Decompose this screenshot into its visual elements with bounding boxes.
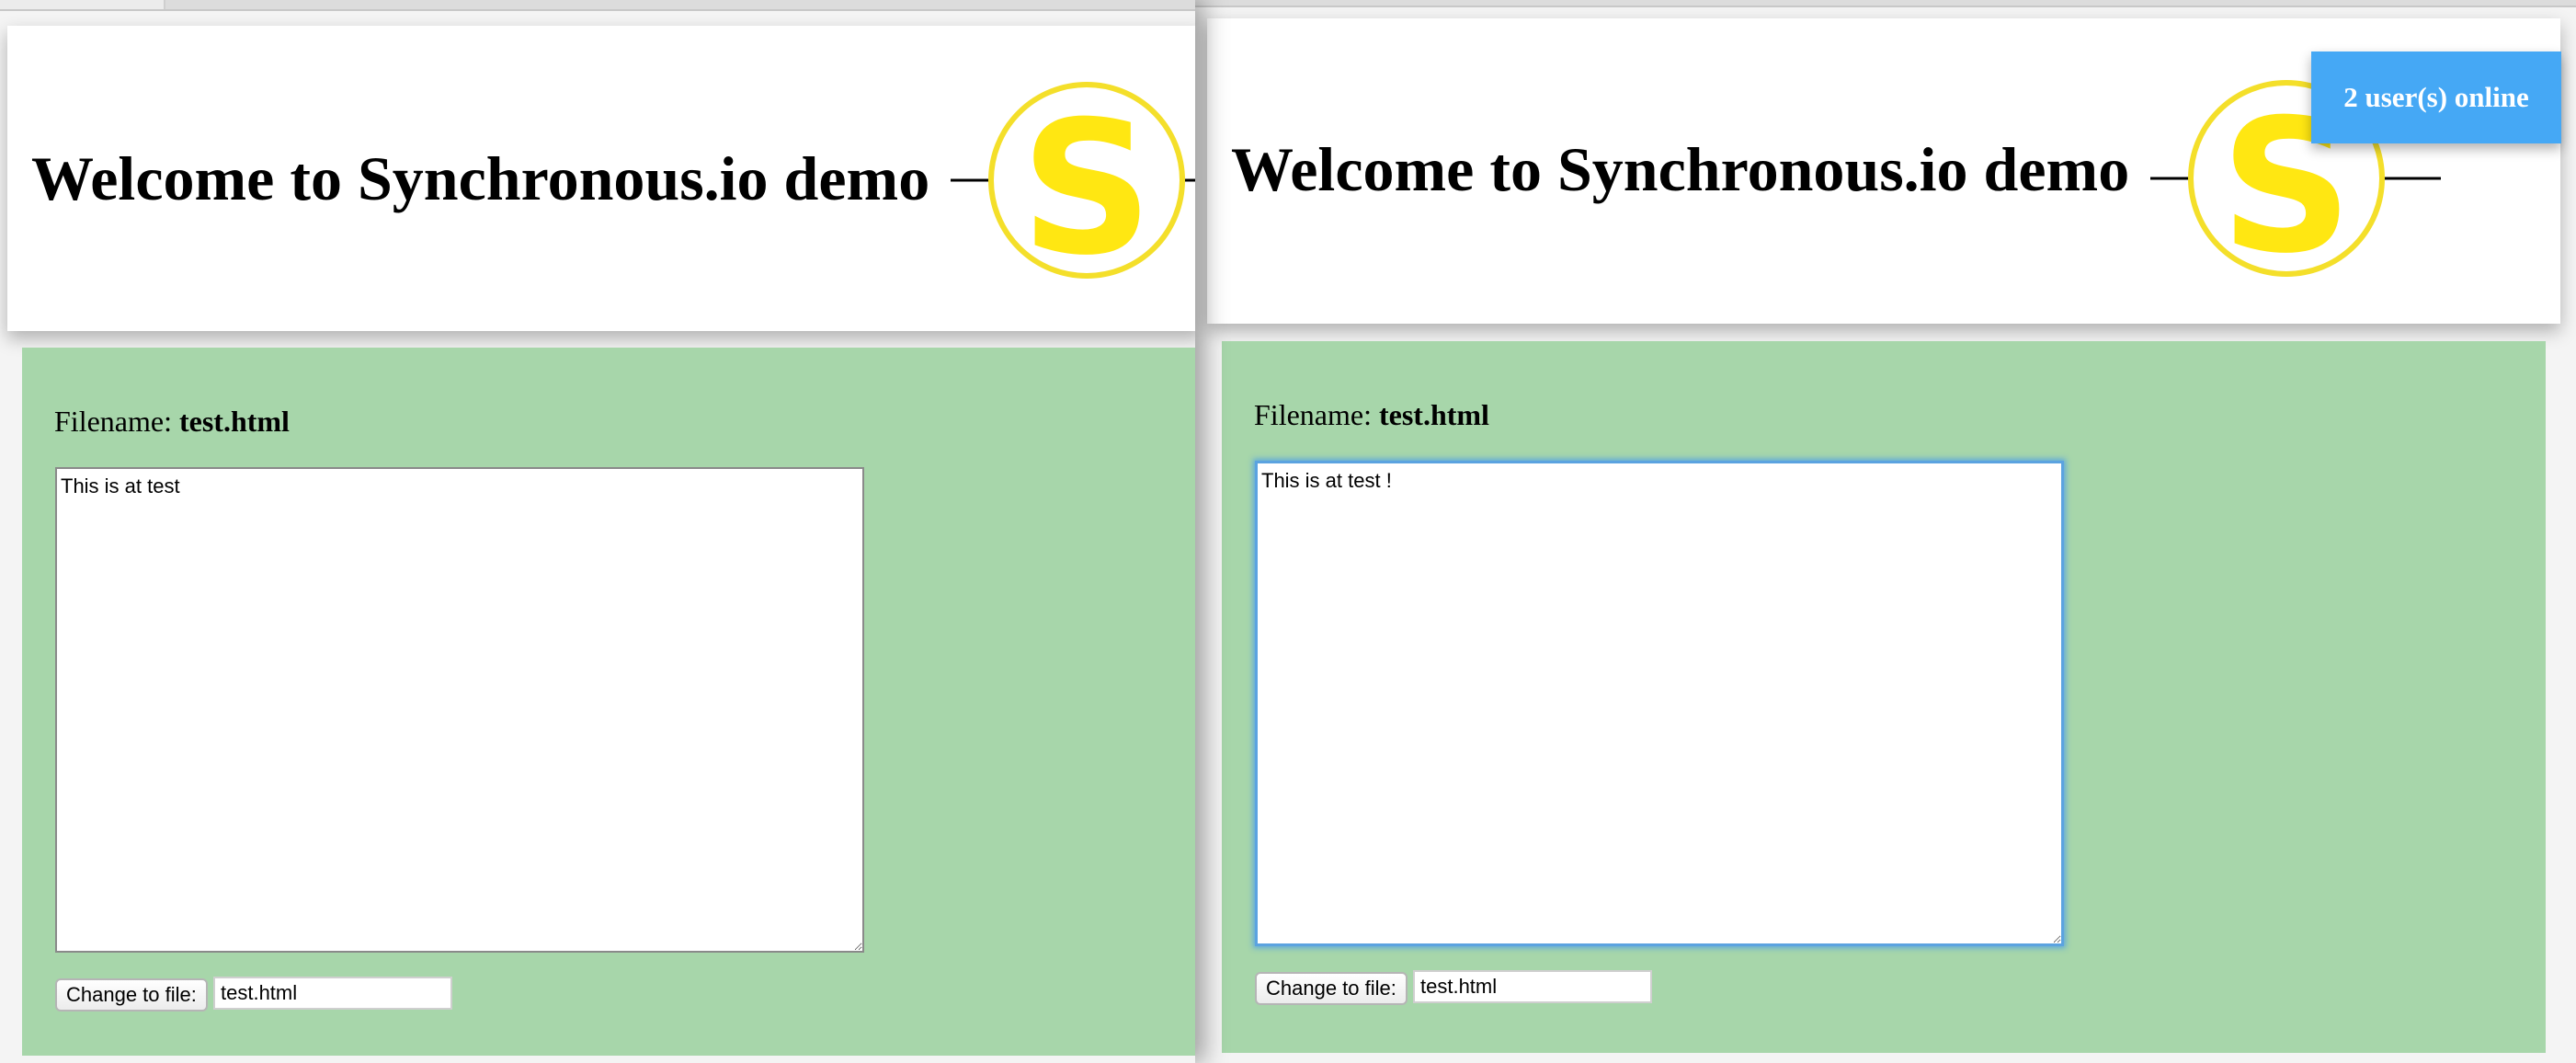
left-browser-window: Welcome to Synchronous.io demo S Filenam… bbox=[0, 0, 1195, 1063]
synchronous-logo-icon: S bbox=[951, 82, 1195, 281]
filename-input[interactable] bbox=[213, 977, 452, 1010]
change-file-button[interactable]: Change to file: bbox=[1255, 972, 1408, 1005]
editor-panel: Filename: test.html This is at test Chan… bbox=[22, 348, 1195, 1056]
filename-input[interactable] bbox=[1413, 970, 1652, 1003]
filename-label: Filename: bbox=[1254, 398, 1372, 431]
filename-value: test.html bbox=[1378, 398, 1489, 431]
right-browser-window: Welcome to Synchronous.io demo S 2 user(… bbox=[1195, 0, 2576, 1063]
users-online-badge: 2 user(s) online bbox=[2311, 51, 2561, 143]
change-file-button[interactable]: Change to file: bbox=[55, 978, 208, 1012]
filename-label: Filename: bbox=[54, 405, 172, 438]
logo-letter: S bbox=[1020, 82, 1153, 281]
page-header: Welcome to Synchronous.io demo S bbox=[7, 26, 1195, 331]
file-editor-textarea[interactable]: This is at test bbox=[55, 467, 864, 953]
editor-panel: Filename: test.html This is at test ! Ch… bbox=[1222, 341, 2546, 1053]
browser-tab-strip bbox=[0, 0, 1195, 11]
filename-row: Filename: test.html bbox=[54, 405, 290, 439]
file-editor-textarea[interactable]: This is at test ! bbox=[1255, 461, 2064, 946]
page-title: Welcome to Synchronous.io demo bbox=[31, 143, 930, 213]
browser-tab[interactable] bbox=[0, 0, 165, 9]
filename-row: Filename: test.html bbox=[1254, 398, 1489, 432]
browser-tab-strip bbox=[1195, 0, 2576, 7]
page-title: Welcome to Synchronous.io demo bbox=[1231, 134, 2130, 204]
filename-value: test.html bbox=[178, 405, 290, 438]
